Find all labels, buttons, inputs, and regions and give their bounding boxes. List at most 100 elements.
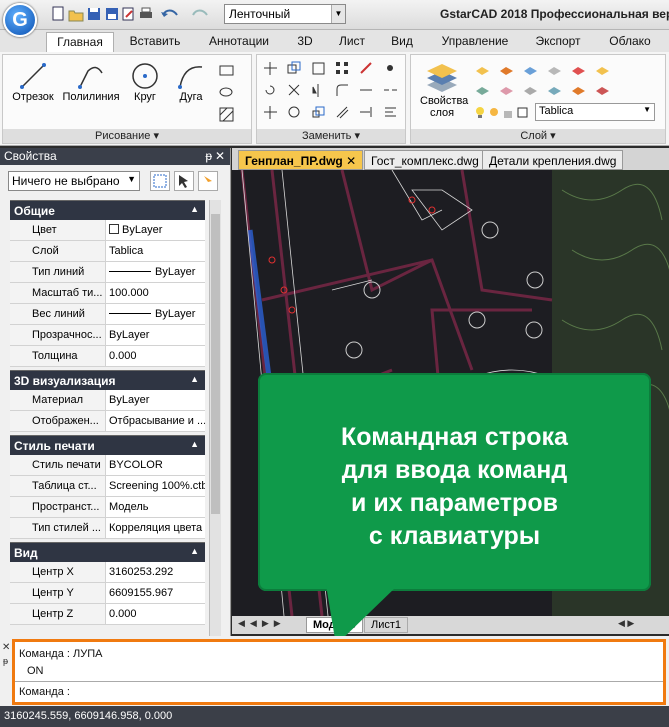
join-icon[interactable] [359, 83, 374, 98]
pin-icon[interactable]: ᵽ [205, 149, 212, 163]
array-icon[interactable] [335, 61, 350, 76]
circle-button[interactable]: Круг [125, 61, 165, 103]
save-as-icon[interactable] [104, 5, 120, 23]
property-row[interactable]: Толщина 0.000 [10, 346, 205, 367]
layer-merge-icon[interactable] [595, 61, 610, 76]
erase-icon[interactable] [359, 61, 374, 76]
select-objects-button[interactable] [174, 171, 194, 191]
workspace-select[interactable]: Ленточный ▼ [224, 4, 346, 24]
undo-icon[interactable] [160, 5, 182, 23]
lightbulb-icon[interactable] [473, 105, 488, 120]
line-button[interactable]: Отрезок [7, 61, 59, 103]
modify-group-label[interactable]: Заменить ▾ [257, 129, 405, 143]
section-general[interactable]: Общие ▲ [10, 200, 205, 220]
circle-rotate-icon[interactable] [287, 105, 302, 120]
layer-lock-icon[interactable] [571, 61, 586, 76]
polyline-button[interactable]: Полилиния [59, 61, 123, 103]
section-view[interactable]: Вид ▲ [10, 542, 205, 562]
property-row[interactable]: Вес линий ByLayer [10, 304, 205, 325]
layer-off-icon[interactable] [547, 61, 562, 76]
pin-icon[interactable]: ᵽ [3, 656, 8, 666]
rotate-icon[interactable] [263, 83, 278, 98]
explode-icon[interactable] [383, 61, 398, 76]
mirror-icon[interactable] [311, 83, 326, 98]
layer-group-label[interactable]: Слой ▾ [411, 129, 665, 143]
tab-3d[interactable]: 3D [290, 32, 320, 52]
properties-scrollbar[interactable] [209, 200, 221, 638]
new-file-icon[interactable] [50, 5, 66, 23]
tab-cloud[interactable]: Облако [600, 32, 660, 52]
align-icon[interactable] [383, 105, 398, 120]
close-icon[interactable]: ✕ [2, 642, 10, 653]
property-row[interactable]: Центр Y 6609155.967 [10, 583, 205, 604]
layer-walk-icon[interactable] [523, 81, 538, 96]
property-row[interactable]: Прозрачнос... ByLayer [10, 325, 205, 346]
tab-home[interactable]: Главная [46, 32, 114, 52]
property-row[interactable]: Тип стилей ... Корреляция цвета [10, 518, 205, 539]
doc-tab-genplan[interactable]: Генплан_ПР.dwg ✕ [238, 150, 364, 170]
property-row[interactable]: Стиль печати BYCOLOR [10, 455, 205, 476]
property-row[interactable]: Центр Z 0.000 [10, 604, 205, 625]
extend-icon[interactable] [359, 105, 374, 120]
fillet-icon[interactable] [335, 83, 350, 98]
property-row[interactable]: Цвет ByLayer [10, 220, 205, 241]
layer-isolate-icon[interactable] [499, 61, 514, 76]
arc-button[interactable]: Дуга [171, 61, 211, 103]
scroll-arrows-icon[interactable]: ◀ ▶ [618, 618, 634, 629]
lock-icon[interactable] [501, 105, 516, 120]
close-icon[interactable]: ✕ [215, 149, 225, 163]
coordinates-readout[interactable]: 3160245.559, 6609146.958, 0.000 [4, 710, 172, 722]
save-icon[interactable] [86, 5, 102, 23]
hatch-icon[interactable] [219, 107, 234, 122]
layer-state-icon[interactable] [475, 61, 490, 76]
scrollbar-thumb[interactable] [211, 214, 220, 514]
layer-previous-icon[interactable] [499, 81, 514, 96]
copy-icon[interactable] [287, 61, 302, 76]
layer-on-icon[interactable] [571, 81, 586, 96]
draw-group-label[interactable]: Рисование ▾ [3, 129, 251, 143]
property-row[interactable]: Отображен... Отбрасывание и ... [10, 411, 205, 432]
tab-view[interactable]: Вид [384, 32, 420, 52]
quick-select-button[interactable] [198, 171, 218, 191]
command-prompt[interactable]: Команда : [19, 686, 70, 698]
color-swatch-icon[interactable] [515, 105, 530, 120]
trim-icon[interactable] [287, 83, 302, 98]
ellipse-icon[interactable] [219, 85, 234, 100]
section-3d[interactable]: 3D визуализация ▲ [10, 370, 205, 390]
property-row[interactable]: Масштаб ти... 100.000 [10, 283, 205, 304]
layer-thaw-icon[interactable] [547, 81, 562, 96]
move-icon[interactable] [263, 61, 278, 76]
tab-annotate[interactable]: Аннотации [200, 32, 278, 52]
tab-export[interactable]: Экспорт [528, 32, 588, 52]
redo-icon[interactable] [190, 5, 212, 23]
doc-tab-gost[interactable]: Гост_комплекс.dwg [364, 150, 486, 170]
selection-select[interactable]: Ничего не выбрано ▼ [8, 171, 140, 191]
layer-match-icon[interactable] [475, 81, 490, 96]
layer-unlock-icon[interactable] [595, 81, 610, 96]
tab-layout[interactable]: Лист [332, 32, 372, 52]
property-row[interactable]: Пространст... Модель [10, 497, 205, 518]
property-row[interactable]: Материал ByLayer [10, 390, 205, 411]
stretch-icon[interactable] [311, 61, 326, 76]
layer-freeze-icon[interactable] [523, 61, 538, 76]
command-line[interactable]: Команда : ЛУПА ON Команда : [12, 639, 666, 705]
scale-icon[interactable] [311, 105, 326, 120]
app-logo-icon[interactable]: G [3, 3, 37, 37]
tab-nav-arrows-icon[interactable]: ◀◀▶▶ [238, 618, 286, 629]
property-row[interactable]: Таблица ст... Screening 100%.ctb [10, 476, 205, 497]
property-row[interactable]: Тип линий ByLayer [10, 262, 205, 283]
pan-icon[interactable] [263, 105, 278, 120]
break-icon[interactable] [383, 83, 398, 98]
property-row[interactable]: Центр X 3160253.292 [10, 562, 205, 583]
tab-manage[interactable]: Управление [432, 32, 518, 52]
open-file-icon[interactable] [68, 5, 84, 23]
sun-icon[interactable] [487, 105, 502, 120]
current-layer-select[interactable]: Tablica ▼ [535, 103, 655, 121]
property-row[interactable]: Слой Tablica [10, 241, 205, 262]
toggle-pickadd-button[interactable] [150, 171, 170, 191]
section-plot-style[interactable]: Стиль печати ▲ [10, 435, 205, 455]
layer-properties-button[interactable]: Свойства слоя [415, 61, 469, 119]
edit-document-icon[interactable] [120, 5, 136, 23]
rectangle-icon[interactable] [219, 63, 234, 78]
print-icon[interactable] [138, 5, 154, 23]
